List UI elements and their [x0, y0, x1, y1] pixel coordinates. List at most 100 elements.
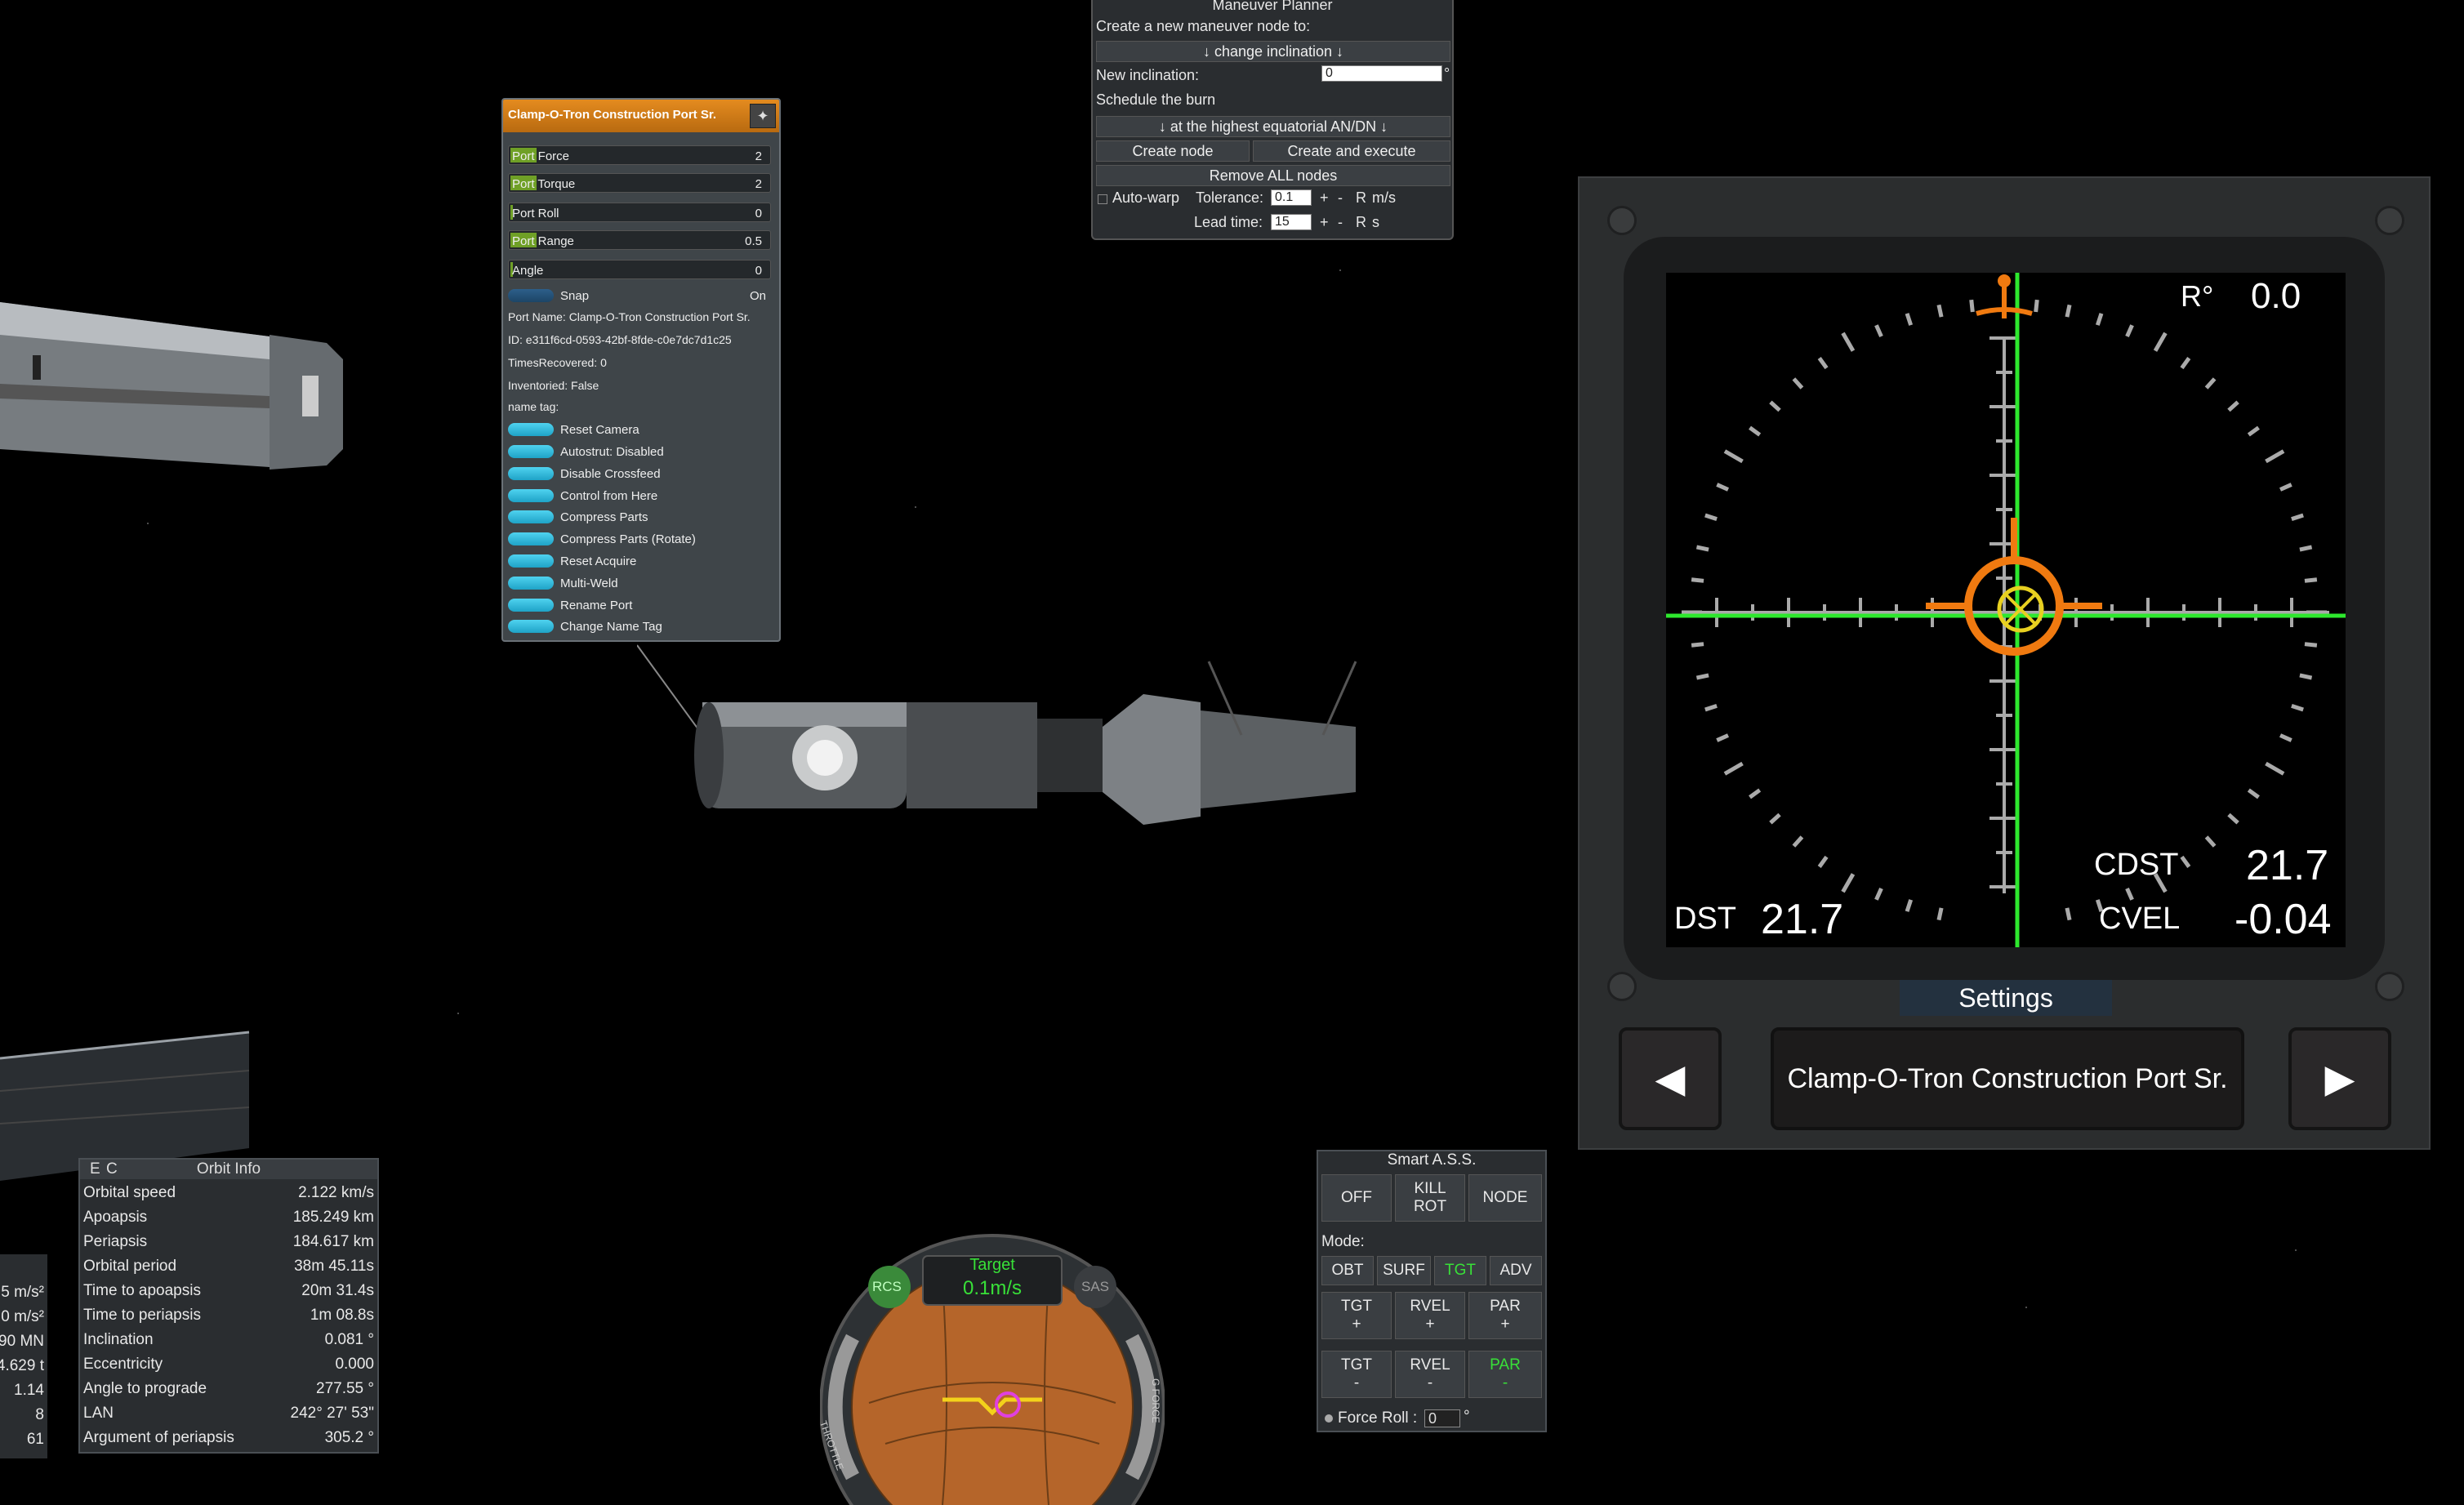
par-plus-button[interactable]: PAR +: [1468, 1292, 1542, 1339]
dial-tick: [1936, 907, 1944, 921]
multi-weld-button[interactable]: Multi-Weld: [508, 575, 769, 593]
lead-minus-button[interactable]: -: [1338, 214, 1343, 231]
port-roll-slider[interactable]: Port Roll 0: [508, 203, 771, 222]
par-minus-button[interactable]: PAR -: [1468, 1351, 1542, 1398]
autostrut-button[interactable]: Autostrut: Disabled: [508, 443, 769, 461]
rcs-indicator[interactable]: RCS: [872, 1279, 902, 1295]
compress-parts-rotate-button[interactable]: Compress Parts (Rotate): [508, 531, 769, 549]
row-value: 305.2 °: [324, 1429, 374, 1446]
port-force-slider[interactable]: Port Force 2: [508, 145, 771, 165]
mode-tgt-button[interactable]: TGT: [1434, 1256, 1486, 1285]
dial-tick: [2265, 761, 2285, 776]
speed-mode-label[interactable]: Target: [923, 1256, 1062, 1275]
alignment-screen: R° 0.0 CDST 21.7 DST 21.7 CVEL -0.04: [1666, 273, 2346, 947]
port-torque-slider[interactable]: Port Torque 2: [508, 173, 771, 193]
autowarp-checkbox[interactable]: [1098, 194, 1107, 204]
dial-tick: [1704, 513, 1718, 522]
orbit-info-title: Orbit Info: [196, 1160, 261, 1178]
rvel-plus-button[interactable]: RVEL +: [1395, 1292, 1465, 1339]
dial-tick: [2125, 324, 2134, 338]
orbit-info-header[interactable]: E C Orbit Info: [80, 1160, 377, 1179]
row-value: 0.000: [335, 1356, 374, 1373]
dial-tick: [1695, 673, 1709, 680]
previous-port-button[interactable]: ◀: [1619, 1027, 1722, 1130]
mode-surf-button[interactable]: SURF: [1377, 1256, 1431, 1285]
partial-value: 90 MN: [0, 1333, 44, 1350]
dial-tick: [2247, 425, 2260, 437]
gforce-gauge-label: G FORCE: [1150, 1378, 1161, 1423]
lead-plus-button[interactable]: +: [1320, 214, 1329, 231]
maneuver-planner-title: Maneuver Planner: [1212, 0, 1333, 13]
button-label: Autostrut: Disabled: [560, 445, 664, 459]
orbit-row-apoapsis: Apoapsis 185.249 km: [83, 1205, 374, 1230]
dial-tick: [1749, 788, 1762, 799]
mode-obt-button[interactable]: OBT: [1321, 1256, 1374, 1285]
dial-tick: [2265, 449, 2285, 464]
autowarp-label: Auto-warp: [1112, 189, 1180, 206]
dial-tick: [2279, 483, 2292, 492]
rvel-minus-button[interactable]: RVEL -: [1395, 1351, 1465, 1398]
orbit-info-window: E C Orbit Info Orbital speed 2.122 km/s A…: [78, 1158, 379, 1454]
part-window-titlebar[interactable]: Clamp-O-Tron Construction Port Sr. ✦: [503, 100, 779, 132]
schedule-label: Schedule the burn: [1096, 91, 1216, 108]
rename-port-button[interactable]: Rename Port: [508, 597, 769, 615]
roll-value: 0.0: [2251, 276, 2301, 316]
tolerance-plus-button[interactable]: +: [1320, 189, 1329, 207]
star: [457, 1013, 459, 1014]
mode-adv-button[interactable]: ADV: [1490, 1256, 1542, 1285]
part-window-title: Clamp-O-Tron Construction Port Sr.: [508, 108, 717, 122]
compress-parts-button[interactable]: Compress Parts: [508, 509, 769, 527]
tgt-plus-button[interactable]: TGT +: [1321, 1292, 1392, 1339]
dial-tick: [2291, 513, 2304, 522]
partial-value: 1.14: [14, 1382, 44, 1399]
pin-icon[interactable]: ✦: [750, 104, 776, 128]
disable-crossfeed-button[interactable]: Disable Crossfeed: [508, 465, 769, 483]
next-port-button[interactable]: ▶: [2288, 1027, 2391, 1130]
operation-selector[interactable]: ↓ change inclination ↓: [1096, 41, 1450, 62]
reset-camera-button[interactable]: Reset Camera: [508, 421, 769, 439]
tolerance-input[interactable]: [1271, 189, 1312, 206]
star: [147, 523, 149, 524]
sas-indicator[interactable]: SAS: [1081, 1279, 1109, 1295]
lead-time-input[interactable]: [1271, 214, 1312, 230]
orbit-row-lan: LAN 242° 27' 53": [83, 1401, 374, 1426]
dial-tick: [2247, 788, 2260, 799]
port-range-slider[interactable]: Port Range 0.5: [508, 230, 771, 250]
off-button[interactable]: OFF: [1321, 1174, 1392, 1222]
control-from-here-button[interactable]: Control from Here: [508, 488, 769, 505]
slider-value: 0.5: [745, 234, 762, 248]
schedule-selector[interactable]: ↓ at the highest equatorial AN/DN ↓: [1096, 116, 1450, 137]
lead-reset-button[interactable]: R: [1356, 214, 1366, 231]
force-roll-toggle[interactable]: [1325, 1414, 1333, 1423]
dial-tick: [2153, 332, 2168, 352]
snap-toggle[interactable]: Snap On: [508, 287, 769, 305]
slider-label: Port Force: [512, 149, 570, 163]
kill-rot-button[interactable]: KILL ROT: [1395, 1174, 1465, 1222]
force-roll-label: Force Roll :: [1338, 1409, 1418, 1427]
orbit-row-argument-of-periapsis: Argument of periapsis 305.2 °: [83, 1426, 374, 1450]
row-label: Eccentricity: [83, 1356, 163, 1373]
tgt-minus-button[interactable]: TGT -: [1321, 1351, 1392, 1398]
row-value: 20m 31.4s: [301, 1282, 374, 1299]
new-inclination-input[interactable]: [1321, 65, 1442, 82]
cdst-label: CDST: [2094, 848, 2179, 882]
change-name-tag-button[interactable]: Change Name Tag: [508, 618, 769, 636]
row-label: Periapsis: [83, 1233, 148, 1250]
angle-slider[interactable]: Angle 0: [508, 260, 771, 279]
remove-all-nodes-button[interactable]: Remove ALL nodes: [1096, 165, 1450, 186]
lead-time-label: Lead time:: [1194, 214, 1263, 230]
settings-button[interactable]: Settings: [1900, 980, 2112, 1016]
dial-tick: [1792, 377, 1804, 390]
force-roll-input[interactable]: 0: [1424, 1409, 1460, 1427]
tolerance-minus-button[interactable]: -: [1338, 189, 1343, 207]
tolerance-reset-button[interactable]: R: [1356, 189, 1366, 207]
create-node-button[interactable]: Create node: [1096, 140, 1250, 162]
dial-tick: [1716, 483, 1730, 492]
node-button[interactable]: NODE: [1468, 1174, 1542, 1222]
create-and-execute-button[interactable]: Create and execute: [1253, 140, 1450, 162]
reset-acquire-button[interactable]: Reset Acquire: [508, 553, 769, 571]
dial-tick: [1769, 400, 1781, 412]
button-label: Rename Port: [560, 599, 633, 612]
dial-tick: [2095, 313, 2104, 326]
dial-tick: [2065, 907, 2072, 921]
